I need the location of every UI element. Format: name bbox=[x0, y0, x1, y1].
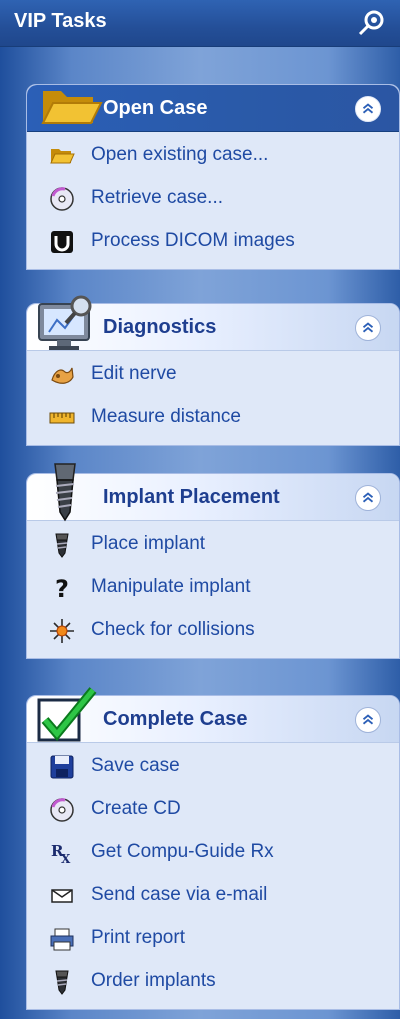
task-print-report[interactable]: Print report bbox=[27, 917, 399, 960]
floppy-disk-icon bbox=[50, 755, 74, 779]
task-process-dicom[interactable]: Process DICOM images bbox=[27, 220, 399, 263]
chevron-up-icon bbox=[362, 322, 374, 333]
task-label: Print report bbox=[91, 927, 185, 948]
open-folder-icon bbox=[41, 91, 103, 124]
task-label: Order implants bbox=[91, 970, 216, 991]
panel-header-complete-case[interactable]: Complete Case bbox=[27, 687, 399, 743]
svg-text:X: X bbox=[61, 852, 71, 866]
panel-implant-placement: Implant Placement Place implant ? Manipu… bbox=[26, 463, 400, 659]
svg-text:?: ? bbox=[55, 575, 69, 601]
implant-icon bbox=[54, 463, 76, 522]
cd-icon bbox=[50, 187, 74, 211]
checkmark-icon bbox=[37, 687, 97, 742]
chevron-up-icon bbox=[362, 103, 374, 114]
panel-diagnostics: Diagnostics Edit nerve Measure distance bbox=[26, 295, 400, 446]
ruler-icon bbox=[49, 412, 75, 424]
task-send-case-email[interactable]: Send case via e-mail bbox=[27, 874, 399, 917]
implant-icon bbox=[55, 970, 69, 995]
task-label: Place implant bbox=[91, 533, 206, 554]
task-label: Open existing case... bbox=[91, 144, 269, 165]
question-icon: ? bbox=[55, 575, 69, 601]
task-label: Edit nerve bbox=[91, 363, 177, 384]
dicom-icon bbox=[51, 231, 73, 253]
printer-icon bbox=[50, 928, 74, 951]
panel-title-open-case: Open Case bbox=[103, 97, 208, 119]
panel-title-implant-placement: Implant Placement bbox=[103, 486, 280, 508]
task-label: Retrieve case... bbox=[91, 187, 223, 208]
implant-icon bbox=[55, 533, 69, 558]
nerve-icon bbox=[51, 367, 74, 384]
task-label: Create CD bbox=[91, 798, 181, 819]
task-label: Get Compu-Guide Rx bbox=[91, 841, 274, 862]
task-pane-header: VIP Tasks bbox=[0, 0, 400, 47]
pin-icon[interactable] bbox=[356, 8, 386, 38]
task-place-implant[interactable]: Place implant bbox=[27, 523, 399, 566]
monitor-magnifier-icon bbox=[38, 295, 92, 350]
collapse-button-open-case[interactable] bbox=[355, 96, 381, 122]
panel-title-complete-case: Complete Case bbox=[103, 708, 248, 730]
task-manipulate-implant[interactable]: ? Manipulate implant bbox=[27, 566, 399, 609]
collapse-button-complete-case[interactable] bbox=[355, 707, 381, 733]
panel-header-diagnostics[interactable]: Diagnostics bbox=[27, 295, 399, 351]
task-order-implants[interactable]: Order implants bbox=[27, 960, 399, 1003]
open-folder-icon bbox=[50, 149, 75, 164]
task-label: Process DICOM images bbox=[91, 230, 295, 251]
panel-header-implant-placement[interactable]: Implant Placement bbox=[27, 463, 399, 522]
panel-complete-case: Complete Case Save case Create CD R X Ge… bbox=[26, 687, 400, 1010]
task-create-cd[interactable]: Create CD bbox=[27, 788, 399, 831]
task-pane-title: VIP Tasks bbox=[14, 10, 107, 32]
task-measure-distance[interactable]: Measure distance bbox=[27, 396, 399, 439]
task-label: Check for collisions bbox=[91, 619, 255, 640]
collision-icon bbox=[50, 619, 74, 643]
panel-header-open-case[interactable]: Open Case bbox=[27, 85, 399, 132]
task-retrieve-case[interactable]: Retrieve case... bbox=[27, 177, 399, 220]
task-label: Manipulate implant bbox=[91, 576, 251, 597]
panel-title-diagnostics: Diagnostics bbox=[103, 316, 217, 338]
task-label: Save case bbox=[91, 755, 180, 776]
task-save-case[interactable]: Save case bbox=[27, 745, 399, 788]
chevron-up-icon bbox=[362, 492, 374, 503]
task-open-existing-case[interactable]: Open existing case... bbox=[27, 134, 399, 177]
rx-icon: R X bbox=[51, 842, 71, 866]
task-check-collisions[interactable]: Check for collisions bbox=[27, 609, 399, 652]
task-get-compu-guide-rx[interactable]: R X Get Compu-Guide Rx bbox=[27, 831, 399, 874]
envelope-icon bbox=[51, 889, 73, 903]
task-label: Measure distance bbox=[91, 406, 241, 427]
task-edit-nerve[interactable]: Edit nerve bbox=[27, 353, 399, 396]
panel-open-case: Open Case Open existing case... Retrieve… bbox=[26, 84, 400, 270]
collapse-button-implant-placement[interactable] bbox=[355, 485, 381, 511]
cd-icon bbox=[50, 798, 74, 822]
chevron-up-icon bbox=[362, 714, 374, 725]
collapse-button-diagnostics[interactable] bbox=[355, 315, 381, 341]
task-label: Send case via e-mail bbox=[91, 884, 268, 905]
